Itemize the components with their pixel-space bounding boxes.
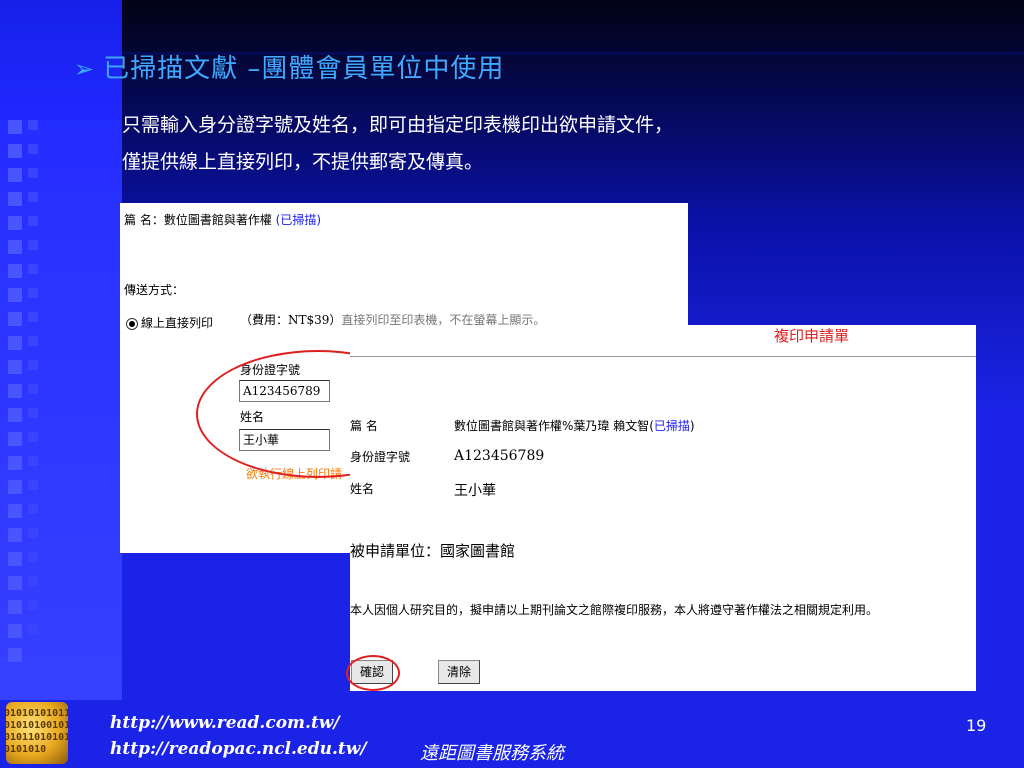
row-name-label: 姓名: [350, 482, 375, 496]
description-line-1: 只需輸入身分證字號及姓名，即可由指定印表機印出欲申請文件，: [122, 114, 674, 136]
article-title: 篇 名：數位圖書館與著作權 (已掃描): [124, 213, 322, 227]
row-title-value: 數位圖書館與著作權%葉乃瑋 賴文智(已掃描): [454, 419, 695, 433]
row-title-label: 篇 名: [350, 419, 378, 433]
decorative-squares: [8, 120, 22, 672]
copyright-statement: 本人因個人研究目的，擬申請以上期刊論文之館際複印服務，本人將遵守著作權法之相關規…: [350, 603, 879, 617]
url-read[interactable]: http://www.read.com.tw/: [110, 713, 340, 733]
row-name-value: 王小華: [454, 483, 496, 499]
page-number: 19: [966, 716, 987, 735]
online-print-radio[interactable]: 線上直接列印: [126, 315, 216, 331]
row-id-label: 身份證字號: [350, 450, 411, 464]
slide-title: ➢ 已掃描文獻 –團體會員單位中使用: [74, 54, 505, 84]
confirm-highlight-ellipse: [346, 655, 400, 691]
delivery-method-label: 傳送方式：: [124, 283, 185, 297]
clear-button[interactable]: 清除: [438, 660, 480, 684]
radio-selected-icon[interactable]: [126, 317, 138, 330]
system-name: 遠距圖書服務系統: [420, 743, 564, 764]
url-readopac[interactable]: http://readopac.ncl.edu.tw/: [110, 739, 367, 759]
row-id-value: A123456789: [454, 448, 545, 464]
divider: [350, 356, 976, 357]
scanned-link[interactable]: (已掃描): [276, 213, 321, 227]
decorative-squares-small: [28, 120, 38, 648]
binary-logo-icon: 0101010101101010100101010110101010101010: [6, 702, 68, 764]
description-line-2: 僅提供線上直接列印，不提供郵寄及傳真。: [122, 151, 484, 173]
logo-digits: 0101010101101010100101010110101010101010: [6, 708, 68, 755]
target-unit: 被申請單位：國家圖書館: [350, 542, 516, 560]
form-header: 複印申請單: [774, 327, 850, 345]
copy-application-form: 複印申請單 篇 名 數位圖書館與著作權%葉乃瑋 賴文智(已掃描) 身份證字號 A…: [346, 325, 976, 691]
arrow-bullet-icon: ➢: [74, 55, 96, 83]
scanned-link-2[interactable]: 已掃描: [654, 419, 690, 433]
